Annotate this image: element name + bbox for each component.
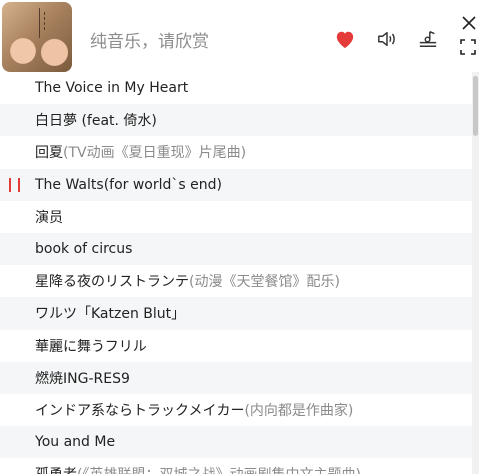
song-title: 演员 — [35, 209, 63, 226]
playlist-row[interactable]: 孤勇者(《英雄联盟：双城之战》动画剧集中文主题曲) — [0, 458, 472, 474]
song-note: (动漫《天堂餐馆》配乐) — [189, 274, 340, 291]
song-title: 華麗に舞うフリル — [35, 338, 147, 355]
playlist-row[interactable]: The Walts(for world`s end) — [0, 168, 472, 201]
song-note: (内向都是作曲家) — [244, 402, 354, 419]
song-title: インドア系ならトラックメイカー — [35, 402, 245, 419]
song-note: (TV动画《夏日重现》片尾曲) — [63, 145, 247, 162]
playlist-row[interactable]: The Voice in My Heart — [0, 72, 472, 104]
playlist-row[interactable]: 華麗に舞うフリル — [0, 330, 472, 362]
volume-icon[interactable] — [375, 27, 399, 51]
playlist-row[interactable]: ワルツ「Katzen Blut」 — [0, 297, 472, 330]
playlist-row[interactable]: 星降る夜のリストランテ (动漫《天堂餐馆》配乐) — [0, 265, 472, 297]
playing-indicator-icon — [9, 177, 20, 192]
song-title: The Walts(for world`s end) — [35, 176, 222, 193]
song-title: ワルツ「Katzen Blut」 — [35, 306, 186, 323]
now-playing-title: 纯音乐，请欣赏 — [90, 32, 209, 52]
playlist-row[interactable]: book of circus — [0, 232, 472, 266]
playlist-row[interactable]: 燃焼ING-RES9 — [0, 361, 472, 394]
song-title: 回夏 — [35, 145, 63, 162]
player-header: 纯音乐，请欣赏 — [0, 0, 479, 78]
playlist-row[interactable]: 演员 — [0, 201, 472, 233]
song-title: 星降る夜のリストランテ — [35, 274, 189, 291]
song-title: You and Me — [35, 434, 116, 451]
scrollbar-thumb[interactable] — [473, 76, 478, 136]
playlist-row[interactable]: 白日夢 (feat. 倚水) — [0, 104, 472, 137]
playlist-icon[interactable] — [416, 27, 440, 51]
song-title: book of circus — [35, 241, 133, 258]
song-title: 白日夢 (feat. 倚水) — [35, 113, 157, 130]
song-note: (《英雄联盟：双城之战》动画剧集中文主题曲) — [77, 464, 361, 474]
heart-icon[interactable] — [333, 27, 357, 51]
album-cover[interactable] — [2, 2, 72, 72]
close-icon[interactable] — [458, 12, 479, 34]
song-title: The Voice in My Heart — [35, 80, 189, 97]
song-title: 孤勇者 — [35, 464, 77, 474]
playlist-row[interactable]: 回夏 (TV动画《夏日重现》片尾曲) — [0, 136, 472, 168]
playlist-row[interactable]: You and Me — [0, 426, 472, 459]
playlist-row[interactable]: インドア系ならトラックメイカー (内向都是作曲家) — [0, 394, 472, 426]
fullscreen-icon[interactable] — [458, 37, 478, 57]
song-title: 燃焼ING-RES9 — [35, 370, 130, 387]
cover-artwork — [39, 8, 64, 38]
playlist: The Voice in My Heart 白日夢 (feat. 倚水) 回夏 (TV… — [0, 72, 472, 474]
